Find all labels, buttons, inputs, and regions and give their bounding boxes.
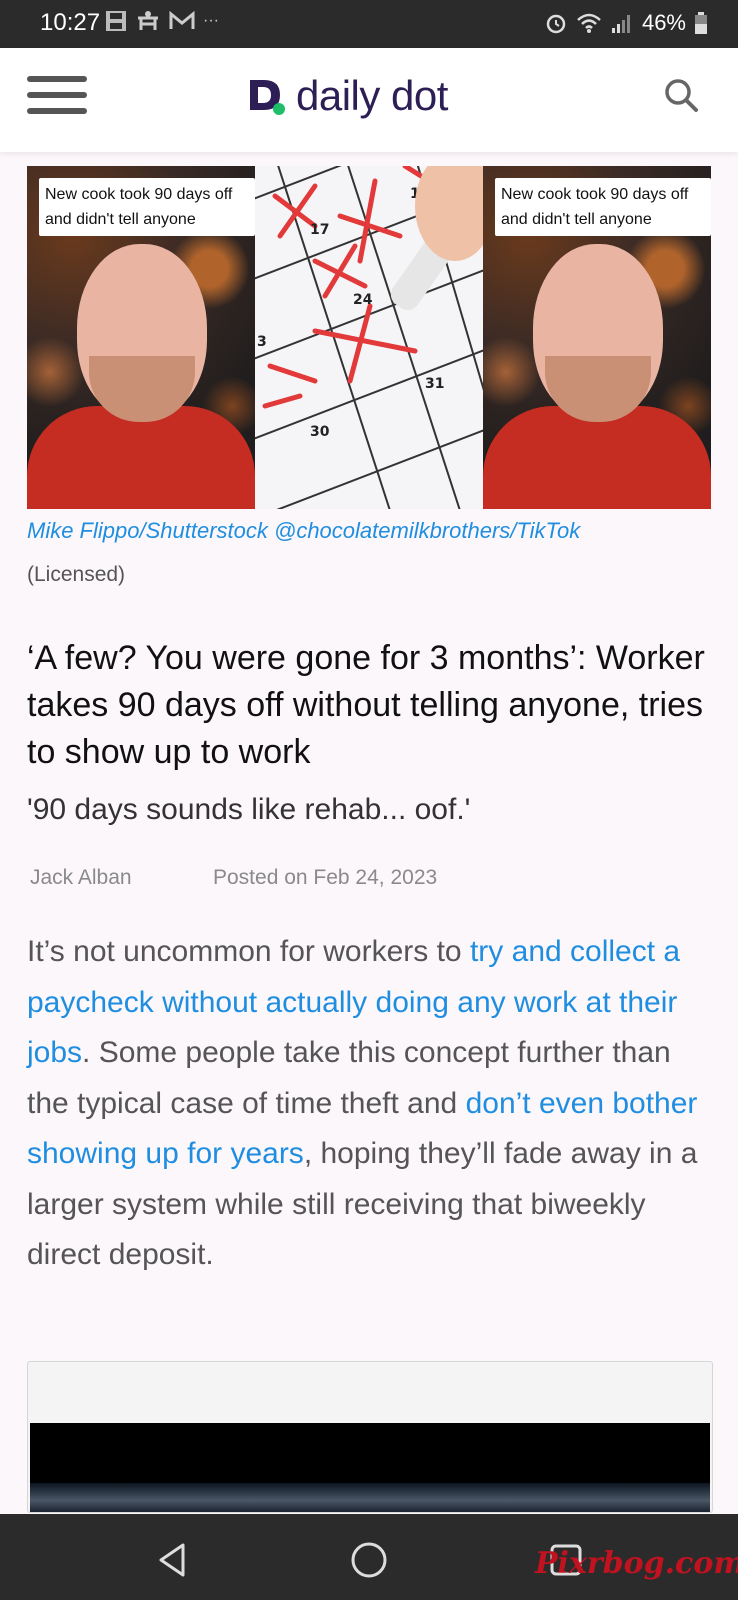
author-name[interactable]: Jack Alban (30, 866, 132, 890)
battery-icon (695, 12, 707, 34)
calendar-number: 17 (310, 222, 329, 238)
article-title: ‘A few? You were gone for 3 months’: Wor… (27, 639, 705, 771)
signal-icon (611, 15, 630, 33)
logo-mark-icon (250, 80, 285, 115)
calendar-illustration: 17 19 24 31 30 3 (255, 166, 483, 509)
article-paragraph: It’s not uncommon for workers to try and… (27, 927, 717, 1281)
calendar-number: 30 (310, 424, 330, 440)
hero-caption-right: New cook took 90 days off and didn't tel… (495, 178, 711, 236)
post-date: Posted on Feb 24, 2023 (213, 866, 438, 889)
home-icon[interactable] (349, 1540, 389, 1580)
wifi-icon (577, 13, 601, 33)
more-notifications: ··· (203, 12, 219, 29)
search-icon[interactable] (662, 76, 702, 116)
image-license: (Licensed) (27, 563, 126, 586)
video-frame (30, 1483, 710, 1512)
site-header: daily dot (0, 48, 738, 152)
video-embed[interactable] (27, 1361, 713, 1513)
calendar-number: 31 (425, 376, 444, 392)
article-subtitle: '90 days sounds like rehab... oof.' (27, 793, 471, 826)
calendar-number: 3 (257, 334, 267, 350)
logo-text: daily dot (296, 72, 448, 119)
watermark: Pixrbog.com (535, 1546, 738, 1581)
menu-icon-bar (27, 76, 87, 82)
status-time: 10:27 (40, 9, 101, 36)
image-credit-link[interactable]: Mike Flippo/Shutterstock @chocolatemilkb… (27, 518, 580, 544)
paragraph-text: It’s not uncommon for workers to (27, 935, 470, 968)
daily-dot-logo[interactable]: daily dot (246, 72, 448, 120)
alarm-icon (546, 14, 566, 34)
back-icon[interactable] (153, 1540, 193, 1580)
notification-icons: ··· (105, 10, 219, 32)
menu-icon-bar (27, 108, 87, 114)
hero-panel-calendar: 17 19 24 31 30 3 (255, 166, 483, 509)
hero-caption-left: New cook took 90 days off and didn't tel… (39, 178, 255, 236)
menu-button[interactable] (27, 76, 87, 118)
hero-panel-right: New cook took 90 days off and didn't tel… (483, 166, 711, 509)
video-player[interactable] (30, 1423, 710, 1512)
gmail-icon (169, 11, 195, 29)
status-bar: 10:27 ··· 46% (0, 0, 738, 48)
hero-panel-left: New cook took 90 days off and didn't tel… (27, 166, 255, 509)
menu-icon-bar (27, 92, 87, 98)
hero-image[interactable]: New cook took 90 days off and didn't tel… (27, 166, 711, 509)
sleep-icon (138, 11, 158, 30)
battery-level: 46% (641, 10, 686, 35)
calendar-number: 24 (353, 292, 373, 308)
save-icon (106, 11, 126, 31)
